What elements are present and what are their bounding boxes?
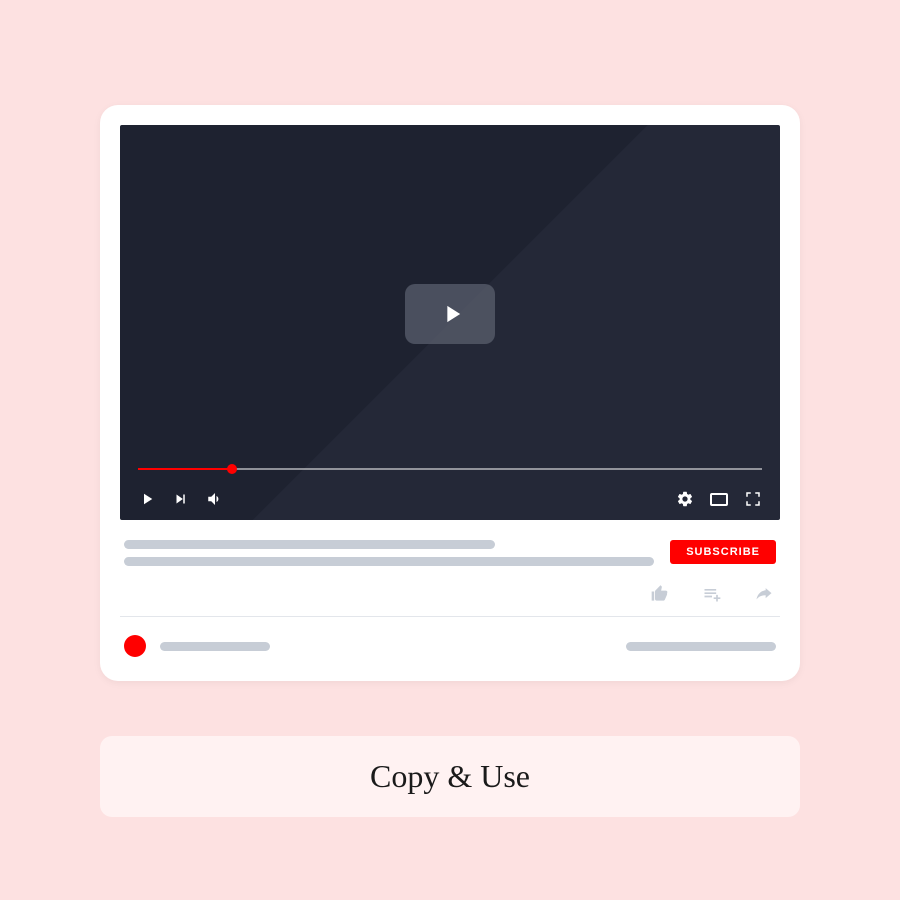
thumbs-up-icon	[648, 584, 672, 604]
video-player-card: SUBSCRIBE	[100, 105, 800, 681]
controls-left	[138, 490, 224, 508]
next-icon	[172, 490, 190, 508]
channel-info	[124, 635, 270, 657]
fullscreen-button[interactable]	[744, 490, 762, 508]
title-line-1	[124, 540, 495, 549]
channel-row	[120, 617, 780, 661]
caption-label: Copy & Use	[370, 758, 530, 794]
video-meta: SUBSCRIBE	[120, 520, 780, 566]
title-placeholder	[124, 540, 654, 566]
progress-fill	[138, 468, 232, 470]
controls-right	[676, 490, 762, 508]
share-icon	[752, 584, 776, 604]
theater-button[interactable]	[710, 490, 728, 508]
video-actions	[120, 572, 780, 617]
volume-icon	[206, 490, 224, 508]
play-icon	[438, 300, 466, 328]
theater-icon	[710, 493, 728, 506]
channel-stat-placeholder	[626, 642, 776, 651]
play-button[interactable]	[138, 490, 156, 508]
progress-thumb[interactable]	[227, 464, 237, 474]
fullscreen-icon	[744, 490, 762, 508]
play-button-center[interactable]	[405, 284, 495, 344]
add-to-playlist-button[interactable]	[700, 584, 724, 604]
playlist-add-icon	[700, 584, 724, 604]
play-icon	[138, 490, 156, 508]
channel-name-placeholder	[160, 642, 270, 651]
gear-icon	[676, 490, 694, 508]
caption-button[interactable]: Copy & Use	[100, 736, 800, 817]
title-line-2	[124, 557, 654, 566]
video-viewport[interactable]	[120, 125, 780, 520]
progress-track[interactable]	[138, 468, 762, 470]
next-button[interactable]	[172, 490, 190, 508]
channel-avatar[interactable]	[124, 635, 146, 657]
settings-button[interactable]	[676, 490, 694, 508]
controls-bar	[138, 490, 762, 508]
subscribe-button[interactable]: SUBSCRIBE	[670, 540, 776, 564]
like-button[interactable]	[648, 584, 672, 604]
volume-button[interactable]	[206, 490, 224, 508]
share-button[interactable]	[752, 584, 776, 604]
